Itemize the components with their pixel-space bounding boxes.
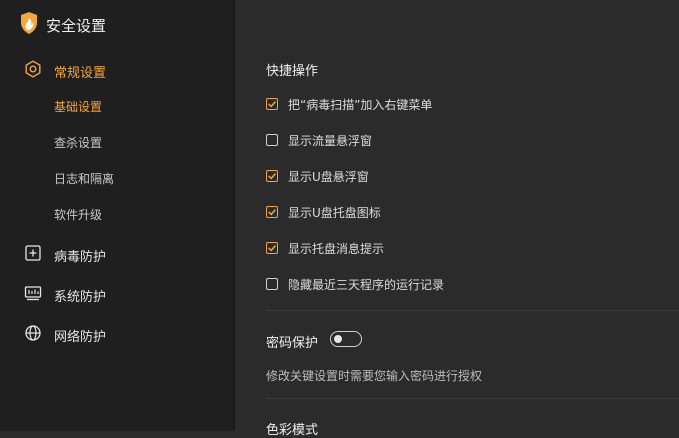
option-traffic-float[interactable]: 显示流量悬浮窗 — [266, 130, 372, 150]
gear-icon — [24, 60, 42, 82]
app-title: 安全设置 — [46, 16, 107, 35]
checkbox[interactable] — [266, 242, 278, 254]
sidebar-group-virus[interactable]: 病毒防护 — [24, 244, 106, 266]
option-context-menu-scan[interactable]: 把“病毒扫描”加入右键菜单 — [266, 94, 432, 114]
globe-icon — [24, 324, 42, 346]
plus-box-icon — [24, 244, 42, 266]
checkbox[interactable] — [266, 278, 278, 290]
option-label: 显示U盘悬浮窗 — [288, 169, 369, 184]
option-label: 显示流量悬浮窗 — [288, 133, 373, 148]
app-header: 安全设置 — [20, 12, 106, 38]
sidebar-item-scan[interactable]: 查杀设置 — [54, 134, 102, 151]
option-label: 隐藏最近三天程序的运行记录 — [288, 277, 445, 292]
sidebar-item-logs[interactable]: 日志和隔离 — [54, 170, 114, 187]
sidebar-group-general[interactable]: 常规设置 — [24, 60, 106, 82]
password-toggle[interactable] — [330, 331, 362, 347]
sidebar-group-network[interactable]: 网络防护 — [24, 324, 106, 346]
sidebar-group-system[interactable]: 系统防护 — [24, 284, 106, 306]
sidebar-group-label: 系统防护 — [54, 289, 107, 305]
option-usb-tray-icon[interactable]: 显示U盘托盘图标 — [266, 202, 381, 222]
option-hide-recent-runs[interactable]: 隐藏最近三天程序的运行记录 — [266, 274, 444, 294]
sidebar: 安全设置 常规设置 基础设置 查杀设置 日志和隔离 软件升级 病毒防护 系统防护… — [0, 0, 233, 431]
checkbox[interactable] — [266, 206, 278, 218]
checkbox[interactable] — [266, 134, 278, 146]
section-title-color-mode: 色彩模式 — [266, 423, 319, 438]
option-label: 显示U盘托盘图标 — [288, 205, 381, 220]
sidebar-item-upgrade[interactable]: 软件升级 — [54, 206, 102, 223]
shield-logo-icon — [20, 11, 38, 39]
toggle-knob — [334, 334, 342, 343]
section-title-quick: 快捷操作 — [266, 64, 319, 79]
checkbox[interactable] — [266, 170, 278, 182]
section-divider — [266, 398, 679, 399]
checkbox[interactable] — [266, 98, 278, 110]
section-title-password: 密码保护 — [266, 336, 319, 351]
sidebar-group-label: 常规设置 — [54, 65, 107, 81]
section-divider — [266, 310, 679, 311]
system-monitor-icon — [24, 284, 42, 306]
sidebar-group-label: 病毒防护 — [54, 249, 107, 265]
option-tray-notifications[interactable]: 显示托盘消息提示 — [266, 238, 384, 258]
sidebar-item-basic[interactable]: 基础设置 — [54, 98, 102, 115]
main-panel: 快捷操作 把“病毒扫描”加入右键菜单 显示流量悬浮窗 显示U盘悬浮窗 显示U盘托… — [235, 0, 679, 438]
option-usb-float[interactable]: 显示U盘悬浮窗 — [266, 166, 369, 186]
password-description: 修改关键设置时需要您输入密码进行授权 — [266, 369, 483, 383]
option-label: 显示托盘消息提示 — [288, 241, 385, 256]
option-label: 把“病毒扫描”加入右键菜单 — [288, 97, 433, 112]
sidebar-group-label: 网络防护 — [54, 329, 107, 345]
